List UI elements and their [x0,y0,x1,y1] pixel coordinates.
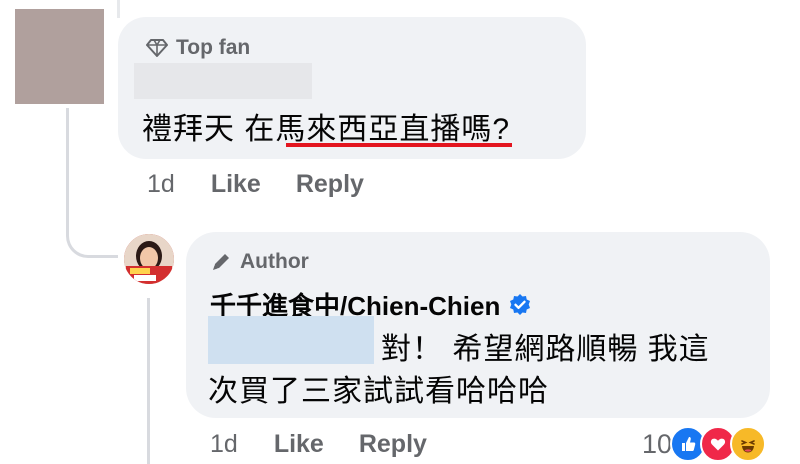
reactions-summary[interactable]: 10 [642,426,767,462]
redacted-mention [208,316,374,364]
reply-text-line2: 次買了三家試試看哈哈哈 [208,375,549,408]
diamond-icon [146,39,168,57]
reply-thread-line [147,298,150,464]
top-separator [117,0,120,18]
reaction-count[interactable]: 10 [642,429,672,460]
red-underline [286,143,512,147]
redacted-name [134,63,312,99]
top-fan-badge: Top fan [146,36,250,60]
comment-text: 禮拜天 在馬來西亞直播嗎? [142,113,511,146]
avatar-redacted[interactable] [15,9,104,104]
like-button[interactable]: Like [211,170,261,199]
comment-actions: 1d Like Reply [147,170,364,199]
haha-reaction-icon [730,426,767,462]
reply-button[interactable]: Reply [296,170,364,199]
thread-connector [66,190,118,258]
badge-label: Top fan [176,36,251,59]
timestamp[interactable]: 1d [210,430,238,459]
author-badge: Author [210,250,309,274]
like-button[interactable]: Like [274,430,324,459]
reply-button[interactable]: Reply [359,430,427,459]
author-avatar[interactable] [124,234,174,284]
verified-badge-icon [510,293,531,315]
reply-actions: 1d Like Reply [210,430,427,459]
timestamp[interactable]: 1d [147,170,175,199]
badge-label: Author [240,250,309,273]
pencil-icon [213,254,229,270]
reply-text-line1: 對！ 希望網路順暢 我這 [381,333,710,366]
